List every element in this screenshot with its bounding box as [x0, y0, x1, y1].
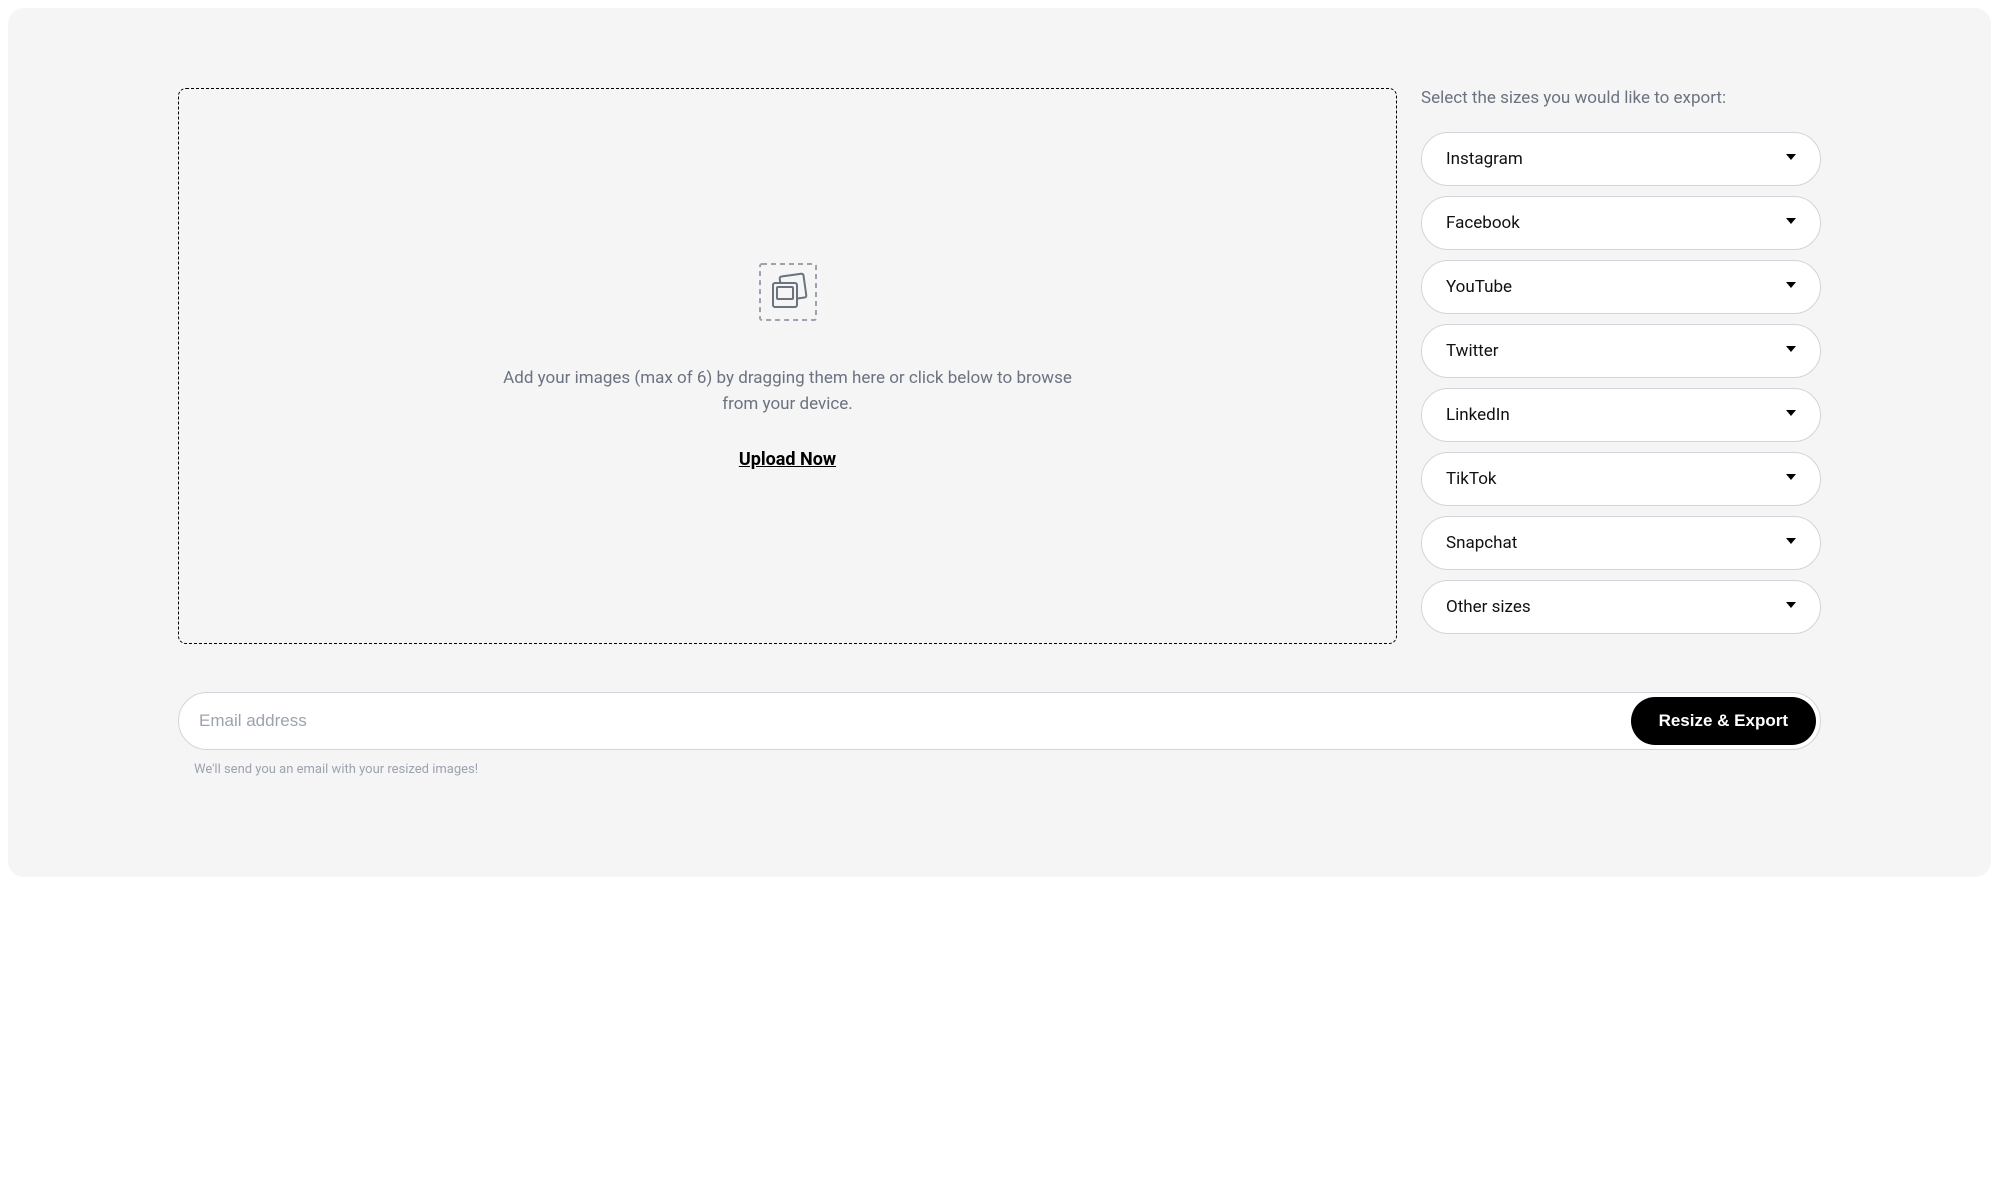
resize-export-button[interactable]: Resize & Export: [1631, 697, 1816, 745]
email-hint: We'll send you an email with your resize…: [194, 762, 1821, 777]
dropdown-label: Facebook: [1446, 213, 1520, 233]
caret-down-icon: [1786, 154, 1796, 160]
dropzone-instructions: Add your images (max of 6) by dragging t…: [498, 366, 1078, 417]
size-dropdown-facebook[interactable]: Facebook: [1421, 196, 1821, 250]
size-dropdown-instagram[interactable]: Instagram: [1421, 132, 1821, 186]
sizes-panel: Select the sizes you would like to expor…: [1421, 88, 1821, 644]
page-container: Add your images (max of 6) by dragging t…: [8, 8, 1991, 877]
dropdown-label: Twitter: [1446, 341, 1498, 361]
caret-down-icon: [1786, 602, 1796, 608]
dropdown-label: Instagram: [1446, 149, 1523, 169]
size-dropdown-youtube[interactable]: YouTube: [1421, 260, 1821, 314]
email-row: Resize & Export: [178, 692, 1821, 750]
caret-down-icon: [1786, 410, 1796, 416]
dropdown-label: TikTok: [1446, 469, 1497, 489]
dropdown-label: YouTube: [1446, 277, 1512, 297]
caret-down-icon: [1786, 474, 1796, 480]
caret-down-icon: [1786, 282, 1796, 288]
upload-dropzone[interactable]: Add your images (max of 6) by dragging t…: [178, 88, 1397, 644]
size-dropdown-snapchat[interactable]: Snapchat: [1421, 516, 1821, 570]
sizes-title: Select the sizes you would like to expor…: [1421, 88, 1821, 108]
dropdown-label: Snapchat: [1446, 533, 1517, 553]
caret-down-icon: [1786, 346, 1796, 352]
caret-down-icon: [1786, 218, 1796, 224]
email-input[interactable]: [191, 697, 1631, 745]
caret-down-icon: [1786, 538, 1796, 544]
dropdown-label: Other sizes: [1446, 597, 1531, 617]
main-layout: Add your images (max of 6) by dragging t…: [178, 88, 1821, 644]
images-placeholder-icon: [758, 262, 818, 326]
dropdown-label: LinkedIn: [1446, 405, 1510, 425]
size-dropdown-tiktok[interactable]: TikTok: [1421, 452, 1821, 506]
size-dropdown-other[interactable]: Other sizes: [1421, 580, 1821, 634]
upload-now-link[interactable]: Upload Now: [739, 449, 836, 470]
size-dropdown-linkedin[interactable]: LinkedIn: [1421, 388, 1821, 442]
size-dropdown-twitter[interactable]: Twitter: [1421, 324, 1821, 378]
email-section: Resize & Export We'll send you an email …: [178, 692, 1821, 777]
